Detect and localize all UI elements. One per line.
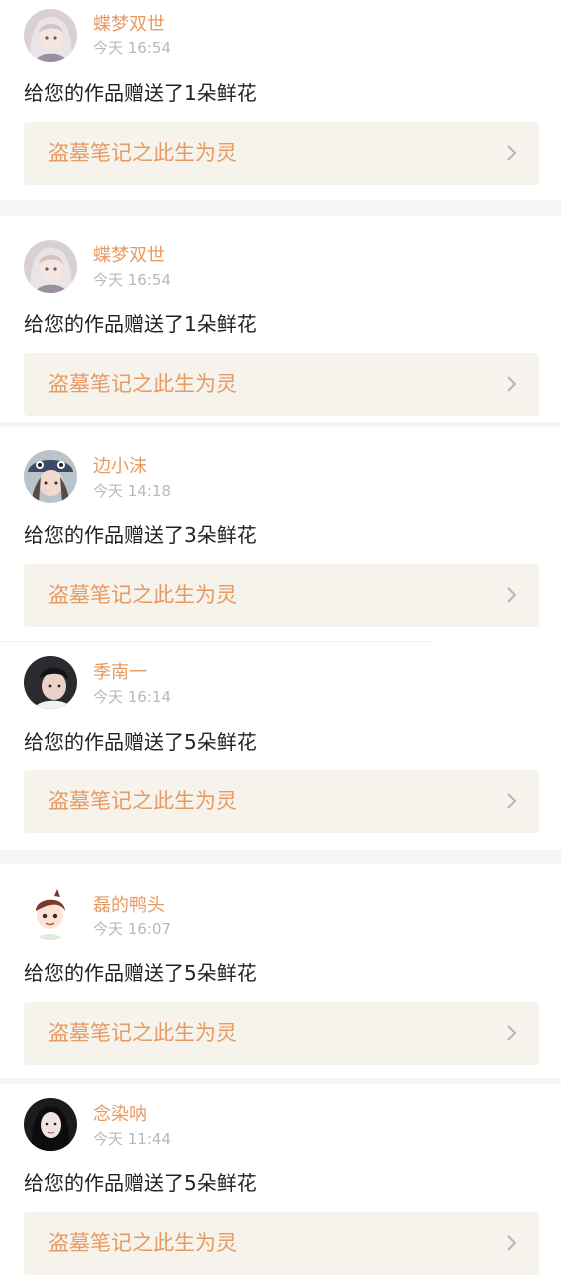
notification-card: 蝶梦双世 今天 16:54 给您的作品赠送了1朵鲜花 盗墓笔记之此生为灵	[0, 216, 561, 422]
section-divider	[0, 200, 561, 216]
user-avatar[interactable]	[24, 1098, 77, 1151]
gift-message: 给您的作品赠送了3朵鲜花	[24, 523, 257, 547]
timestamp: 今天 16:07	[93, 920, 171, 938]
chevron-right-icon	[505, 792, 519, 810]
timestamp: 今天 14:18	[93, 482, 171, 500]
dark-hair-girl-avatar-icon	[24, 1098, 77, 1151]
gift-message: 给您的作品赠送了1朵鲜花	[24, 312, 257, 336]
notification-card: 边小沫 今天 14:18 给您的作品赠送了3朵鲜花 盗墓笔记之此生为灵	[0, 427, 561, 640]
notification-card: 磊的鸭头 今天 16:07 给您的作品赠送了5朵鲜花 盗墓笔记之此生为灵	[0, 864, 561, 1078]
work-title: 盗墓笔记之此生为灵	[48, 583, 237, 607]
timestamp: 今天 16:54	[93, 39, 171, 57]
chevron-right-icon	[505, 375, 519, 393]
work-link-button[interactable]: 盗墓笔记之此生为灵	[24, 770, 539, 833]
username[interactable]: 季南一	[93, 662, 147, 684]
notification-card: 蝶梦双世 今天 16:54 给您的作品赠送了1朵鲜花 盗墓笔记之此生为灵	[0, 0, 561, 200]
chevron-right-icon	[505, 1234, 519, 1252]
chevron-right-icon	[505, 144, 519, 162]
anime-girl-avatar-icon	[24, 9, 77, 62]
notification-feed: 蝶梦双世 今天 16:54 给您的作品赠送了1朵鲜花 盗墓笔记之此生为灵 蝶梦双…	[0, 0, 561, 1280]
user-avatar[interactable]	[24, 887, 77, 940]
username[interactable]: 念染呐	[93, 1104, 147, 1126]
work-title: 盗墓笔记之此生为灵	[48, 1231, 237, 1255]
work-title: 盗墓笔记之此生为灵	[48, 141, 237, 165]
user-avatar[interactable]	[24, 9, 77, 62]
timestamp: 今天 16:54	[93, 271, 171, 289]
chevron-right-icon	[505, 586, 519, 604]
girl-hat-avatar-icon	[24, 450, 77, 503]
timestamp: 今天 11:44	[93, 1130, 171, 1148]
work-link-button[interactable]: 盗墓笔记之此生为灵	[24, 353, 539, 416]
cartoon-boy-avatar-icon	[24, 887, 77, 940]
chevron-right-icon	[505, 1024, 519, 1042]
user-avatar[interactable]	[24, 240, 77, 293]
work-title: 盗墓笔记之此生为灵	[48, 789, 237, 813]
notification-card: 念染呐 今天 11:44 给您的作品赠送了5朵鲜花 盗墓笔记之此生为灵	[0, 1084, 561, 1280]
gift-message: 给您的作品赠送了1朵鲜花	[24, 81, 257, 105]
timestamp: 今天 16:14	[93, 688, 171, 706]
work-title: 盗墓笔记之此生为灵	[48, 1021, 237, 1045]
work-link-button[interactable]: 盗墓笔记之此生为灵	[24, 1212, 539, 1275]
username[interactable]: 蝶梦双世	[93, 245, 165, 267]
user-avatar[interactable]	[24, 450, 77, 503]
user-avatar[interactable]	[24, 656, 77, 709]
work-link-button[interactable]: 盗墓笔记之此生为灵	[24, 122, 539, 185]
username[interactable]: 磊的鸭头	[93, 895, 165, 917]
work-title: 盗墓笔记之此生为灵	[48, 372, 237, 396]
boy-portrait-avatar-icon	[24, 656, 77, 709]
anime-girl-avatar-icon	[24, 240, 77, 293]
username[interactable]: 边小沫	[93, 456, 147, 478]
gift-message: 给您的作品赠送了5朵鲜花	[24, 730, 257, 754]
section-divider	[0, 850, 561, 864]
gift-message: 给您的作品赠送了5朵鲜花	[24, 961, 257, 985]
notification-card: 季南一 今天 16:14 给您的作品赠送了5朵鲜花 盗墓笔记之此生为灵	[0, 642, 561, 850]
username[interactable]: 蝶梦双世	[93, 14, 165, 36]
work-link-button[interactable]: 盗墓笔记之此生为灵	[24, 564, 539, 627]
gift-message: 给您的作品赠送了5朵鲜花	[24, 1171, 257, 1195]
work-link-button[interactable]: 盗墓笔记之此生为灵	[24, 1002, 539, 1065]
